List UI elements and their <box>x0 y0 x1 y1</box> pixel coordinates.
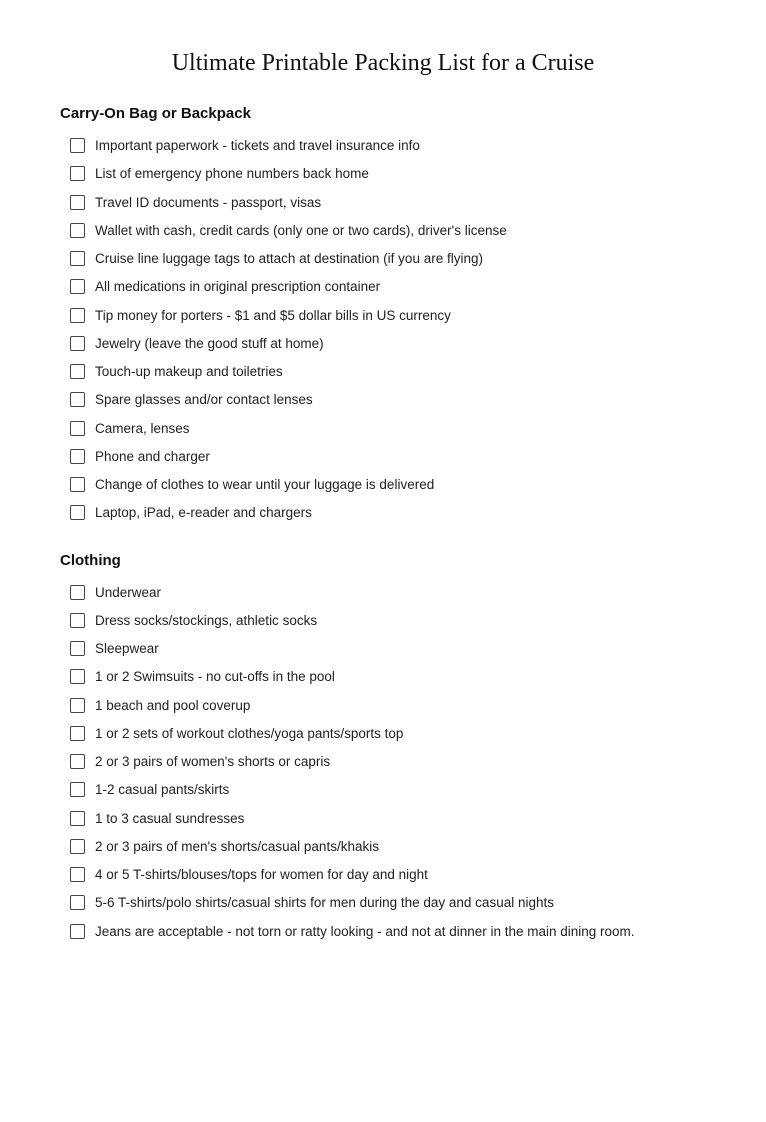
checkbox-icon[interactable] <box>70 867 85 882</box>
list-item[interactable]: Travel ID documents - passport, visas <box>70 193 706 213</box>
list-item[interactable]: 1 or 2 sets of workout clothes/yoga pant… <box>70 724 706 744</box>
list-item[interactable]: List of emergency phone numbers back hom… <box>70 164 706 184</box>
item-text: Tip money for porters - $1 and $5 dollar… <box>95 306 706 326</box>
list-item[interactable]: Tip money for porters - $1 and $5 dollar… <box>70 306 706 326</box>
item-text: 1 or 2 Swimsuits - no cut-offs in the po… <box>95 667 706 687</box>
list-item[interactable]: All medications in original prescription… <box>70 277 706 297</box>
item-text: Important paperwork - tickets and travel… <box>95 136 706 156</box>
checklist-clothing: Underwear Dress socks/stockings, athletic… <box>70 583 706 942</box>
checkbox-icon[interactable] <box>70 449 85 464</box>
checkbox-icon[interactable] <box>70 924 85 939</box>
checkbox-icon[interactable] <box>70 166 85 181</box>
section-clothing: Clothing Underwear Dress socks/stockings, … <box>60 552 706 942</box>
checklist-carry-on: Important paperwork - tickets and travel… <box>70 136 706 524</box>
list-item[interactable]: Phone and charger <box>70 447 706 467</box>
item-text: Laptop, iPad, e-reader and chargers <box>95 503 706 523</box>
checkbox-icon[interactable] <box>70 698 85 713</box>
item-text: Spare glasses and/or contact lenses <box>95 390 706 410</box>
checkbox-icon[interactable] <box>70 726 85 741</box>
list-item[interactable]: Wallet with cash, credit cards (only one… <box>70 221 706 241</box>
page-title: Ultimate Printable Packing List for a Cr… <box>60 50 706 77</box>
item-text: Camera, lenses <box>95 419 706 439</box>
checkbox-icon[interactable] <box>70 223 85 238</box>
checkbox-icon[interactable] <box>70 641 85 656</box>
list-item[interactable]: Dress socks/stockings, athletic socks <box>70 611 706 631</box>
item-text: Change of clothes to wear until your lug… <box>95 475 706 495</box>
list-item[interactable]: Sleepwear <box>70 639 706 659</box>
item-text: Dress socks/stockings, athletic socks <box>95 611 706 631</box>
checkbox-icon[interactable] <box>70 754 85 769</box>
list-item[interactable]: Spare glasses and/or contact lenses <box>70 390 706 410</box>
item-text: 1 or 2 sets of workout clothes/yoga pant… <box>95 724 706 744</box>
checkbox-icon[interactable] <box>70 279 85 294</box>
checkbox-icon[interactable] <box>70 811 85 826</box>
list-item[interactable]: Important paperwork - tickets and travel… <box>70 136 706 156</box>
checkbox-icon[interactable] <box>70 251 85 266</box>
list-item[interactable]: 2 or 3 pairs of men's shorts/casual pant… <box>70 837 706 857</box>
checkbox-icon[interactable] <box>70 477 85 492</box>
section-heading-clothing: Clothing <box>60 552 706 569</box>
item-text: 1 beach and pool coverup <box>95 696 706 716</box>
item-text: List of emergency phone numbers back hom… <box>95 164 706 184</box>
list-item[interactable]: Laptop, iPad, e-reader and chargers <box>70 503 706 523</box>
checkbox-icon[interactable] <box>70 895 85 910</box>
list-item[interactable]: Touch-up makeup and toiletries <box>70 362 706 382</box>
checkbox-icon[interactable] <box>70 336 85 351</box>
item-text: Touch-up makeup and toiletries <box>95 362 706 382</box>
checkbox-icon[interactable] <box>70 782 85 797</box>
list-item[interactable]: Jewelry (leave the good stuff at home) <box>70 334 706 354</box>
item-text: 4 or 5 T-shirts/blouses/tops for women f… <box>95 865 706 885</box>
list-item[interactable]: 1 beach and pool coverup <box>70 696 706 716</box>
checkbox-icon[interactable] <box>70 669 85 684</box>
checkbox-icon[interactable] <box>70 839 85 854</box>
item-text: 1 to 3 casual sundresses <box>95 809 706 829</box>
item-text: Wallet with cash, credit cards (only one… <box>95 221 706 241</box>
list-item[interactable]: 4 or 5 T-shirts/blouses/tops for women f… <box>70 865 706 885</box>
item-text: 2 or 3 pairs of women's shorts or capris <box>95 752 706 772</box>
checkbox-icon[interactable] <box>70 138 85 153</box>
item-text: Jeans are acceptable - not torn or ratty… <box>95 922 706 942</box>
list-item[interactable]: Camera, lenses <box>70 419 706 439</box>
list-item[interactable]: Underwear <box>70 583 706 603</box>
list-item[interactable]: Cruise line luggage tags to attach at de… <box>70 249 706 269</box>
section-heading-carry-on: Carry-On Bag or Backpack <box>60 105 706 122</box>
list-item[interactable]: 1-2 casual pants/skirts <box>70 780 706 800</box>
list-item[interactable]: 1 or 2 Swimsuits - no cut-offs in the po… <box>70 667 706 687</box>
item-text: Cruise line luggage tags to attach at de… <box>95 249 706 269</box>
item-text: 1-2 casual pants/skirts <box>95 780 706 800</box>
section-carry-on: Carry-On Bag or Backpack Important paperw… <box>60 105 706 524</box>
item-text: Jewelry (leave the good stuff at home) <box>95 334 706 354</box>
item-text: All medications in original prescription… <box>95 277 706 297</box>
checkbox-icon[interactable] <box>70 392 85 407</box>
checkbox-icon[interactable] <box>70 308 85 323</box>
item-text: Sleepwear <box>95 639 706 659</box>
item-text: Phone and charger <box>95 447 706 467</box>
checkbox-icon[interactable] <box>70 613 85 628</box>
list-item[interactable]: 5-6 T-shirts/polo shirts/casual shirts f… <box>70 893 706 913</box>
checkbox-icon[interactable] <box>70 505 85 520</box>
item-text: Underwear <box>95 583 706 603</box>
item-text: 5-6 T-shirts/polo shirts/casual shirts f… <box>95 893 706 913</box>
list-item[interactable]: Jeans are acceptable - not torn or ratty… <box>70 922 706 942</box>
item-text: 2 or 3 pairs of men's shorts/casual pant… <box>95 837 706 857</box>
checkbox-icon[interactable] <box>70 421 85 436</box>
checkbox-icon[interactable] <box>70 195 85 210</box>
checkbox-icon[interactable] <box>70 364 85 379</box>
list-item[interactable]: Change of clothes to wear until your lug… <box>70 475 706 495</box>
list-item[interactable]: 1 to 3 casual sundresses <box>70 809 706 829</box>
checkbox-icon[interactable] <box>70 585 85 600</box>
item-text: Travel ID documents - passport, visas <box>95 193 706 213</box>
list-item[interactable]: 2 or 3 pairs of women's shorts or capris <box>70 752 706 772</box>
